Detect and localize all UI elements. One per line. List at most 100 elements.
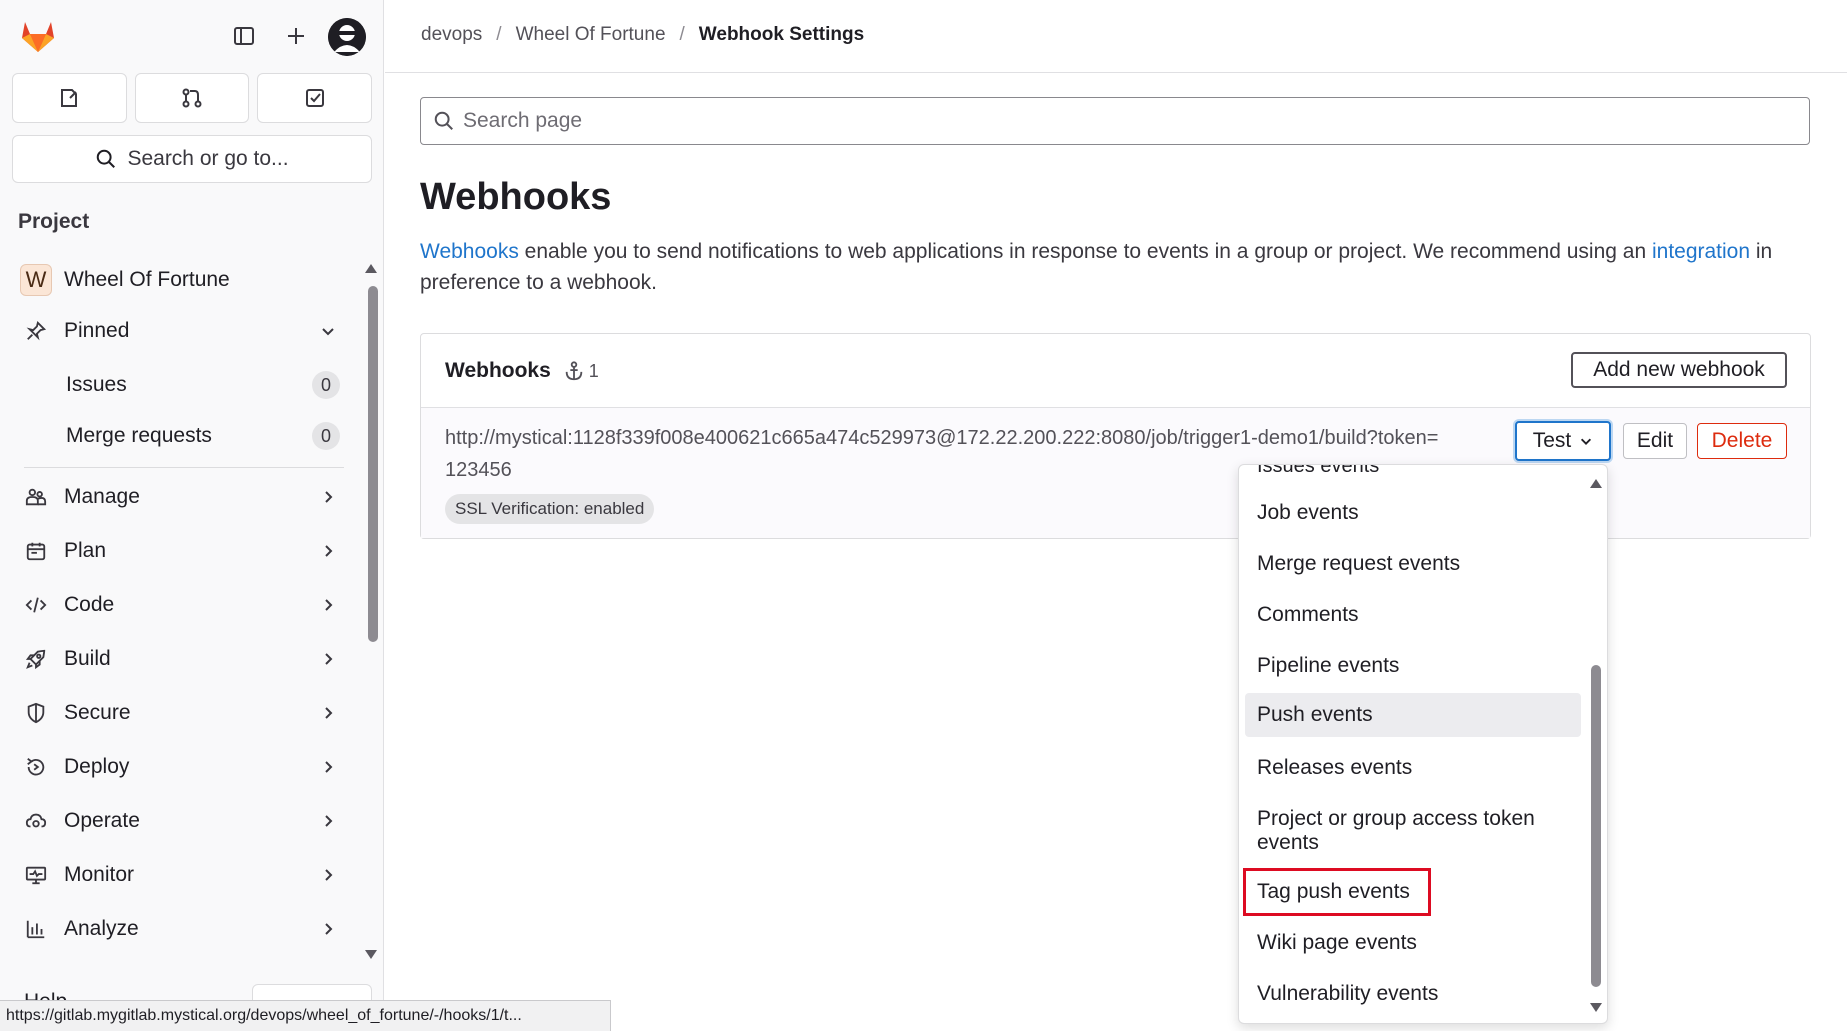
dropdown-item-vulnerability-events[interactable]: Vulnerability events xyxy=(1245,972,1581,1016)
dropdown-item-push-events[interactable]: Push events xyxy=(1245,693,1581,737)
chevron-right-icon xyxy=(308,813,348,829)
create-new-icon[interactable] xyxy=(280,20,312,52)
page-title: Webhooks xyxy=(420,176,612,218)
page-search-input[interactable]: Search page xyxy=(420,97,1810,145)
dropdown-scroll-down-icon[interactable] xyxy=(1590,1003,1602,1012)
sidebar-item-label: Code xyxy=(64,593,115,616)
sidebar-item-secure[interactable]: Secure xyxy=(12,689,348,737)
collapse-sidebar-icon[interactable] xyxy=(228,20,260,52)
card-title-text: Webhooks xyxy=(445,359,551,382)
sidebar-item-label: Issues xyxy=(66,373,127,396)
hook-count-value: 1 xyxy=(588,360,599,381)
sidebar-item-plan[interactable]: Plan xyxy=(12,527,348,575)
webhooks-card-title: Webhooks 1 xyxy=(445,359,599,383)
sidebar-item-issues[interactable]: Issues 0 xyxy=(12,361,348,409)
sidebar-item-label: Secure xyxy=(64,701,131,724)
calendar-icon xyxy=(12,527,60,575)
chevron-right-icon xyxy=(308,867,348,883)
dropdown-scrollbar[interactable] xyxy=(1591,665,1601,987)
sidebar-scrollbar[interactable] xyxy=(368,286,378,642)
users-icon xyxy=(12,473,60,521)
dropdown-item-wiki-page-events[interactable]: Wiki page events xyxy=(1245,921,1581,965)
sidebar-scroll-down-icon[interactable] xyxy=(365,950,377,959)
sidebar-item-manage[interactable]: Manage xyxy=(12,473,348,521)
chevron-right-icon xyxy=(308,597,348,613)
issues-shortcut-button[interactable] xyxy=(12,73,127,123)
breadcrumb-item-group[interactable]: devops xyxy=(421,24,482,46)
chevron-right-icon xyxy=(308,543,348,559)
dropdown-item-releases-events[interactable]: Releases events xyxy=(1245,746,1581,790)
webhooks-card-header: Webhooks 1 Add new webhook xyxy=(421,334,1810,408)
webhooks-docs-link[interactable]: Webhooks xyxy=(420,240,519,263)
chevron-right-icon xyxy=(308,651,348,667)
chevron-right-icon xyxy=(308,489,348,505)
sidebar-item-monitor[interactable]: Monitor xyxy=(12,851,348,899)
dropdown-item-comments[interactable]: Comments xyxy=(1245,593,1581,637)
breadcrumb: devops / Wheel Of Fortune / Webhook Sett… xyxy=(421,24,864,46)
sidebar-shortcut-tabs xyxy=(12,73,373,123)
chevron-down-icon xyxy=(308,323,348,339)
sidebar-item-operate[interactable]: Operate xyxy=(12,797,348,845)
search-icon xyxy=(434,111,453,130)
todo-icon xyxy=(305,89,324,107)
sidebar-section-title: Project xyxy=(18,210,90,233)
search-icon xyxy=(97,149,116,168)
gitlab-logo-icon[interactable] xyxy=(18,16,58,56)
dropdown-item-access-token-events[interactable]: Project or group access token events xyxy=(1245,797,1581,865)
sidebar-item-merge-requests[interactable]: Merge requests 0 xyxy=(12,412,348,460)
top-bar: devops / Wheel Of Fortune / Webhook Sett… xyxy=(385,0,1847,73)
sidebar-item-build[interactable]: Build xyxy=(12,635,348,683)
page-description: Webhooks enable you to send notification… xyxy=(420,236,1820,298)
merge-requests-count-badge: 0 xyxy=(312,422,340,450)
sidebar-top xyxy=(0,0,384,72)
project-name: Wheel Of Fortune xyxy=(64,268,230,291)
add-new-webhook-button[interactable]: Add new webhook xyxy=(1571,352,1787,388)
dropdown-item-issues-events[interactable]: Issues events xyxy=(1257,465,1379,478)
chevron-right-icon xyxy=(308,921,348,937)
nav-divider xyxy=(24,467,344,468)
shield-icon xyxy=(12,689,60,737)
sidebar-item-label: Operate xyxy=(64,809,140,832)
integration-link[interactable]: integration xyxy=(1652,240,1750,263)
page-search-placeholder: Search page xyxy=(463,109,583,132)
breadcrumb-item-current[interactable]: Webhook Settings xyxy=(699,24,864,46)
cloud-gear-icon xyxy=(12,797,60,845)
sidebar-item-code[interactable]: Code xyxy=(12,581,348,629)
dropdown-item-merge-request-events[interactable]: Merge request events xyxy=(1245,542,1581,586)
dropdown-scroll-up-icon[interactable] xyxy=(1590,479,1602,488)
edit-webhook-button[interactable]: Edit xyxy=(1623,423,1687,459)
sidebar-item-pinned[interactable]: Pinned xyxy=(12,307,348,355)
breadcrumb-item-project[interactable]: Wheel Of Fortune xyxy=(516,24,666,46)
dropdown-item-pipeline-events[interactable]: Pipeline events xyxy=(1245,644,1581,688)
breadcrumb-separator: / xyxy=(496,24,502,45)
global-search-button[interactable]: Search or go to... xyxy=(12,135,372,183)
status-bar-url: https://gitlab.mygitlab.mystical.org/dev… xyxy=(0,1000,611,1031)
chevron-down-icon xyxy=(1581,438,1592,445)
sidebar-item-label: Plan xyxy=(64,539,107,562)
deploy-icon xyxy=(12,743,60,791)
sidebar-item-deploy[interactable]: Deploy xyxy=(12,743,348,791)
test-webhook-dropdown-button[interactable]: Test xyxy=(1515,421,1611,461)
todo-shortcut-button[interactable] xyxy=(257,73,373,123)
delete-webhook-button[interactable]: Delete xyxy=(1697,423,1787,459)
anchor-icon xyxy=(565,361,583,381)
dropdown-item-tag-push-events[interactable]: Tag push events xyxy=(1243,868,1431,916)
sidebar-item-label: Monitor xyxy=(64,863,135,886)
sidebar-item-label: Pinned xyxy=(64,319,130,342)
breadcrumb-separator: / xyxy=(679,24,685,45)
sidebar-item-analyze[interactable]: Analyze xyxy=(12,905,348,953)
sidebar-item-label: Merge requests xyxy=(66,424,212,447)
global-search-label: Search or go to... xyxy=(127,147,289,170)
ssl-verification-badge: SSL Verification: enabled xyxy=(445,494,655,524)
dropdown-item-job-events[interactable]: Job events xyxy=(1245,491,1581,535)
user-avatar[interactable] xyxy=(328,18,366,56)
sidebar-item-label: Build xyxy=(64,647,111,670)
chevron-right-icon xyxy=(308,759,348,775)
rocket-icon xyxy=(12,635,60,683)
description-text: enable you to send notifications to web … xyxy=(518,240,1652,263)
sidebar-item-label: Deploy xyxy=(64,755,130,778)
sidebar-item-project[interactable]: W Wheel Of Fortune xyxy=(12,256,348,304)
merge-requests-shortcut-button[interactable] xyxy=(134,73,250,123)
sidebar-scroll-up-icon[interactable] xyxy=(365,264,377,273)
project-avatar-wrap: W xyxy=(12,256,60,304)
